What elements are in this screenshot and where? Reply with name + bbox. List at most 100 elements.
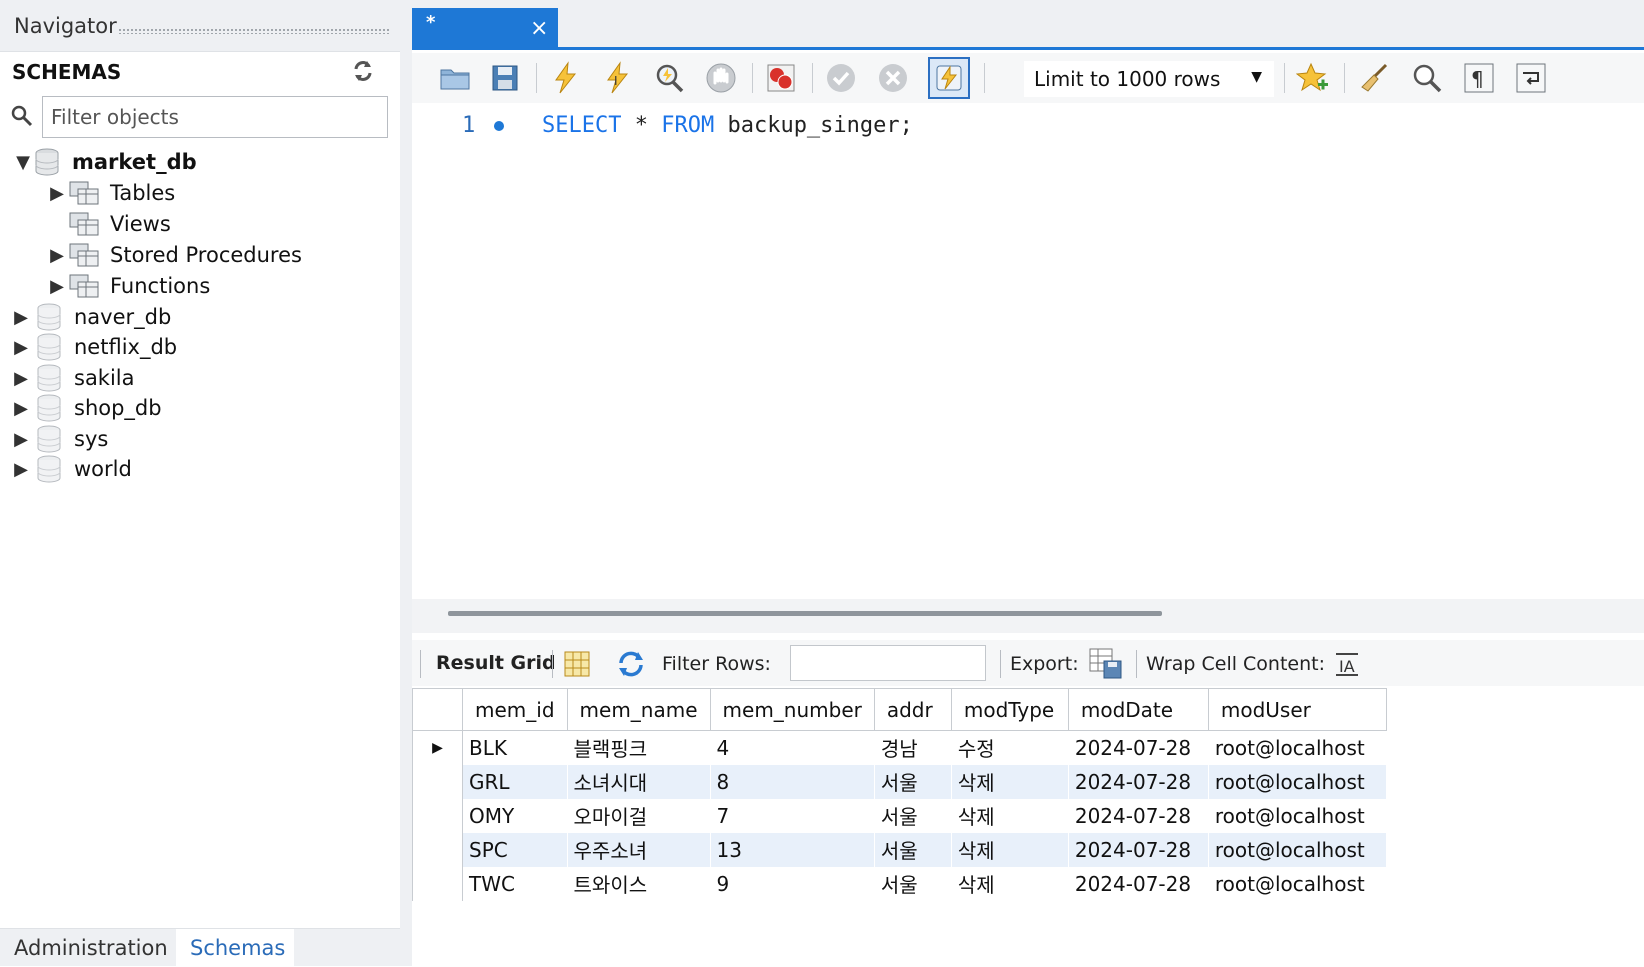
save-button[interactable]	[486, 59, 524, 97]
expand-right-icon[interactable]: ▶	[46, 183, 68, 204]
table-cell[interactable]: root@localhost	[1208, 866, 1387, 901]
table-cell[interactable]: 트와이스	[567, 866, 711, 901]
tree-item-sys[interactable]: ▶ sys	[10, 423, 108, 455]
row-header[interactable]	[412, 866, 463, 901]
table-cell[interactable]: 7	[710, 798, 875, 833]
sql-code[interactable]: SELECT * FROM backup_singer;	[542, 113, 913, 138]
table-cell[interactable]: 삭제	[951, 764, 1069, 799]
tree-item-market-db[interactable]: ▼ market_db	[12, 146, 197, 178]
table-row[interactable]: ▶ BLK 블랙핑크 4 경남 수정 2024-07-28 root@local…	[412, 730, 1387, 765]
query-tab[interactable]: * ×	[412, 8, 558, 50]
tree-item-naver-db[interactable]: ▶ naver_db	[10, 301, 171, 333]
table-cell[interactable]: GRL	[462, 764, 568, 799]
word-wrap-button[interactable]	[1512, 59, 1550, 97]
explain-button[interactable]	[650, 59, 688, 97]
table-cell[interactable]: 13	[710, 832, 875, 867]
refresh-icon[interactable]	[350, 58, 376, 84]
column-header[interactable]: modDate	[1067, 688, 1209, 731]
tree-item-functions[interactable]: ▶ Functions	[46, 270, 210, 302]
table-cell[interactable]: 2024-07-28	[1068, 866, 1209, 901]
open-file-button[interactable]	[436, 59, 474, 97]
column-header[interactable]: mem_id	[462, 688, 568, 731]
expand-right-icon[interactable]: ▶	[10, 398, 32, 419]
expand-right-icon[interactable]: ▶	[10, 307, 32, 328]
execute-current-button[interactable]: I	[598, 59, 636, 97]
close-icon[interactable]: ×	[530, 16, 548, 41]
tree-item-tables[interactable]: ▶ Tables	[46, 177, 175, 209]
table-cell[interactable]: 9	[710, 866, 875, 901]
table-cell[interactable]: 서울	[874, 764, 952, 799]
grid-layout-icon[interactable]	[562, 649, 592, 679]
table-cell[interactable]: 삭제	[951, 832, 1069, 867]
wrap-cell-icon[interactable]: IA	[1332, 649, 1362, 679]
beautify-button[interactable]	[1356, 59, 1394, 97]
refresh-icon[interactable]	[616, 649, 646, 679]
column-header[interactable]: addr	[873, 688, 952, 731]
expand-right-icon[interactable]: ▶	[10, 459, 32, 480]
tree-item-views[interactable]: Views	[46, 208, 171, 240]
tree-item-world[interactable]: ▶ world	[10, 453, 132, 485]
table-cell[interactable]: 8	[710, 764, 875, 799]
horizontal-scrollbar[interactable]	[412, 599, 1644, 633]
expand-right-icon[interactable]: ▶	[46, 276, 68, 297]
expand-right-icon[interactable]: ▶	[46, 245, 68, 266]
panel-splitter[interactable]	[400, 0, 412, 966]
column-header[interactable]: modUser	[1207, 688, 1387, 731]
row-header[interactable]	[412, 764, 463, 799]
table-row[interactable]: GRL 소녀시대 8 서울 삭제 2024-07-28 root@localho…	[412, 764, 1387, 799]
row-header[interactable]	[412, 798, 463, 833]
table-cell[interactable]: 서울	[874, 866, 952, 901]
table-cell[interactable]: 삭제	[951, 798, 1069, 833]
table-cell[interactable]: TWC	[462, 866, 568, 901]
column-header[interactable]: mem_name	[566, 688, 711, 731]
table-cell[interactable]: 삭제	[951, 866, 1069, 901]
commit-button[interactable]	[822, 59, 860, 97]
tab-schemas[interactable]: Schemas	[176, 929, 294, 967]
filter-rows-input[interactable]	[790, 645, 986, 681]
toggle-stop-on-error-button[interactable]	[762, 59, 800, 97]
expand-right-icon[interactable]: ▶	[10, 337, 32, 358]
table-cell[interactable]: 오마이걸	[567, 798, 711, 833]
table-cell[interactable]: root@localhost	[1208, 832, 1387, 867]
rollback-button[interactable]	[874, 59, 912, 97]
tree-item-shop-db[interactable]: ▶ shop_db	[10, 392, 162, 424]
table-row[interactable]: SPC 우주소녀 13 서울 삭제 2024-07-28 root@localh…	[412, 832, 1387, 867]
table-cell[interactable]: 서울	[874, 832, 952, 867]
row-header[interactable]	[412, 832, 463, 867]
table-cell[interactable]: 서울	[874, 798, 952, 833]
table-cell[interactable]: root@localhost	[1208, 798, 1387, 833]
table-cell[interactable]: 경남	[874, 730, 952, 765]
autocommit-toggle-button[interactable]	[928, 57, 970, 99]
table-row[interactable]: TWC 트와이스 9 서울 삭제 2024-07-28 root@localho…	[412, 866, 1387, 901]
tree-item-sakila[interactable]: ▶ sakila	[10, 362, 135, 394]
tree-item-netflix-db[interactable]: ▶ netflix_db	[10, 331, 177, 363]
table-cell[interactable]: 블랙핑크	[567, 730, 711, 765]
find-button[interactable]	[1408, 59, 1446, 97]
column-header[interactable]: mem_number	[709, 688, 875, 731]
add-snippet-button[interactable]	[1294, 59, 1332, 97]
table-row[interactable]: OMY 오마이걸 7 서울 삭제 2024-07-28 root@localho…	[412, 798, 1387, 833]
table-cell[interactable]: 수정	[951, 730, 1069, 765]
table-cell[interactable]: 2024-07-28	[1068, 764, 1209, 799]
table-cell[interactable]: 4	[710, 730, 875, 765]
execute-button[interactable]	[546, 59, 584, 97]
column-header[interactable]: modType	[950, 688, 1069, 731]
table-cell[interactable]: 2024-07-28	[1068, 730, 1209, 765]
table-cell[interactable]: root@localhost	[1208, 730, 1387, 765]
scrollbar-thumb[interactable]	[448, 611, 1162, 616]
stop-button[interactable]	[702, 59, 740, 97]
table-cell[interactable]: 2024-07-28	[1068, 832, 1209, 867]
export-icon[interactable]	[1088, 645, 1124, 681]
tree-item-stored-procedures[interactable]: ▶ Stored Procedures	[46, 239, 302, 271]
expand-down-icon[interactable]: ▼	[12, 152, 34, 173]
filter-objects-input[interactable]	[42, 96, 388, 138]
invisible-chars-button[interactable]: ¶	[1460, 59, 1498, 97]
table-cell[interactable]: 우주소녀	[567, 832, 711, 867]
sql-editor[interactable]: 1 SELECT * FROM backup_singer;	[412, 103, 1644, 599]
expand-right-icon[interactable]: ▶	[10, 429, 32, 450]
limit-rows-select[interactable]: Limit to 1000 rows ▼	[1024, 61, 1274, 97]
tab-administration[interactable]: Administration	[0, 929, 182, 967]
expand-right-icon[interactable]: ▶	[10, 368, 32, 389]
result-grid-label[interactable]: Result Grid	[436, 652, 556, 674]
table-cell[interactable]: root@localhost	[1208, 764, 1387, 799]
